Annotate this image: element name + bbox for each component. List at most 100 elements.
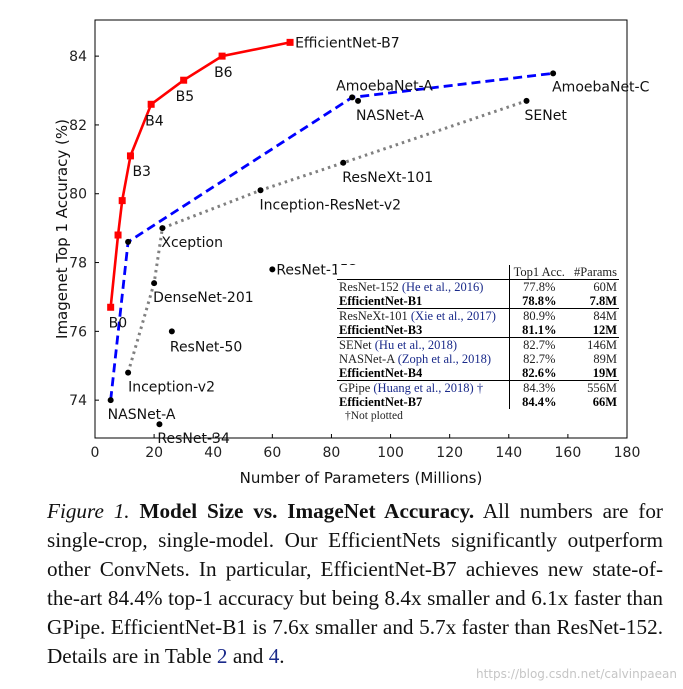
model-cell: ResNeXt-101 (Xie et al., 2017) (337, 308, 510, 323)
data-point (168, 328, 175, 335)
model-name: EfficientNet-B3 (339, 323, 423, 337)
x-tick-label: 160 (555, 445, 582, 461)
x-tick-label: 60 (263, 445, 281, 461)
point-label: B4 (145, 113, 164, 129)
table-footnote: †Not plotted (345, 410, 403, 422)
table-row: SENet (Hu et al., 2018) 82.7% 146M (337, 337, 619, 352)
params-cell: 556M (568, 380, 619, 395)
x-tick-label: 100 (377, 445, 404, 461)
model-cell: GPipe (Huang et al., 2018) † (337, 380, 510, 395)
table-header-cell (337, 265, 509, 280)
accuracy-cell: 82.7% (508, 352, 569, 366)
params-cell: 84M (568, 308, 619, 323)
model-cell: EfficientNet-B4 (337, 366, 509, 381)
caption-end: . (279, 644, 285, 668)
table-header-cell: #Params (573, 265, 617, 279)
y-tick-label: 78 (69, 256, 87, 272)
model-name: ResNeXt-101 (339, 309, 408, 323)
params-cell: 60M (568, 279, 619, 294)
data-point (550, 70, 557, 77)
table-row: GPipe (Huang et al., 2018) † 84.3% 556M (337, 380, 619, 395)
params-cell: 66M (592, 395, 617, 409)
data-point (125, 238, 132, 245)
model-name: EfficientNet-B1 (339, 294, 423, 308)
y-tick-label: 76 (69, 324, 87, 340)
x-tick-label: 0 (91, 445, 100, 461)
x-tick-label: 40 (204, 445, 222, 461)
point-label: NASNet-A (356, 108, 424, 124)
table-row: ResNeXt-101 (Xie et al., 2017) 80.9% 84M (337, 308, 619, 323)
table-2-link[interactable]: 2 (217, 644, 228, 668)
point-label: NASNet-A (108, 407, 176, 423)
table-row: EfficientNet-B1 78.8% 7.8M (337, 294, 619, 309)
table-row: NASNet-A (Zoph et al., 2018) 82.7% 89M (337, 352, 619, 366)
y-axis-label: Imagenet Top 1 Accuracy (%) (53, 119, 71, 339)
x-tick-label: 20 (145, 445, 163, 461)
point-label: B3 (132, 164, 151, 180)
table-header: Top1 Acc. #Params (337, 265, 619, 280)
point-label: Inception-v2 (128, 380, 215, 396)
table-row: EfficientNet-B7 84.4% 66M (337, 395, 619, 409)
model-cell: EfficientNet-B3 (337, 323, 509, 338)
data-point (125, 369, 132, 376)
figure-caption: Figure 1. Model Size vs. ImageNet Accura… (47, 497, 663, 671)
params-cell: 89M (593, 352, 617, 366)
params-cell: 12M (592, 323, 617, 337)
data-point (107, 303, 115, 311)
accuracy-cell: 81.1% (508, 323, 569, 338)
table-row: EfficientNet-B4 82.6% 19M (337, 366, 619, 381)
data-point (118, 197, 126, 205)
model-name: NASNet-A (339, 352, 395, 366)
point-label: Xception (161, 235, 223, 251)
model-name: GPipe (339, 381, 371, 395)
data-point (114, 231, 122, 239)
accuracy-cell: 84.4% (508, 395, 569, 409)
accuracy-cell: 80.9% (508, 308, 569, 323)
params-cell: 19M (592, 366, 617, 380)
data-point (126, 152, 134, 160)
x-tick-label: 140 (495, 445, 522, 461)
accuracy-cell: 78.8% (508, 294, 569, 309)
params-cell: 146M (568, 337, 619, 352)
data-point (218, 52, 226, 60)
data-point (349, 94, 356, 101)
point-label: ResNet-50 (170, 339, 242, 355)
data-point (269, 266, 276, 273)
table-4-link[interactable]: 4 (269, 644, 280, 668)
data-point (159, 225, 166, 232)
data-point (257, 187, 264, 194)
point-label: DenseNet-201 (153, 290, 254, 306)
citation-link[interactable]: (Xie et al., 2017) (411, 309, 496, 323)
point-label: AmoebaNet-A (336, 78, 433, 94)
comparison-table: Top1 Acc. #Params ResNet-152 (He et al., 2… (337, 265, 619, 423)
y-tick-label: 80 (69, 187, 87, 203)
data-point (286, 38, 294, 46)
caption-text: All numbers are for single-crop, single-… (47, 499, 663, 668)
accuracy-cell: 82.6% (508, 366, 569, 381)
data-point (523, 97, 530, 104)
point-label: ResNeXt-101 (342, 170, 433, 186)
data-point (107, 397, 114, 404)
citation-link[interactable]: (He et al., 2016) (402, 280, 484, 294)
citation-link[interactable]: (Huang et al., 2018) † (373, 381, 483, 395)
x-tick-label: 180 (614, 445, 641, 461)
data-point (151, 280, 158, 287)
model-cell: SENet (Hu et al., 2018) (337, 337, 510, 352)
point-label: EfficientNet-B7 (295, 35, 400, 51)
data-point (180, 76, 188, 84)
point-label: B5 (176, 89, 195, 105)
model-name: EfficientNet-B4 (339, 366, 423, 380)
model-cell: EfficientNet-B7 (337, 395, 509, 409)
y-tick-label: 82 (69, 118, 87, 134)
y-tick-label: 74 (69, 393, 87, 409)
y-tick-label: 84 (69, 49, 87, 65)
accuracy-cell: 77.8% (508, 279, 569, 294)
model-name: EfficientNet-B7 (339, 395, 423, 409)
accuracy-cell: 82.7% (508, 337, 569, 352)
model-cell: NASNet-A (Zoph et al., 2018) (337, 352, 509, 366)
caption-figure-number: Figure 1. (47, 499, 130, 523)
citation-link[interactable]: (Hu et al., 2018) (375, 338, 457, 352)
caption-title: Model Size vs. ImageNet Accuracy. (139, 499, 475, 523)
model-cell: EfficientNet-B1 (337, 294, 509, 309)
citation-link[interactable]: (Zoph et al., 2018) (398, 352, 491, 366)
